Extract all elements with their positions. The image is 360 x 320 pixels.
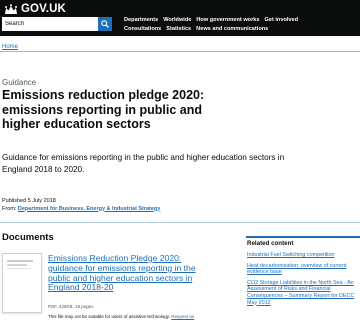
logo-text: GOV.UK bbox=[21, 3, 66, 15]
search-input[interactable] bbox=[2, 17, 98, 31]
accessibility-note: This file may not be suitable for users … bbox=[48, 314, 228, 319]
nav-link-statistics[interactable]: Statistics bbox=[166, 25, 191, 34]
related-link[interactable]: Industrial Fuel Switching competition bbox=[247, 252, 360, 259]
site-header: GOV.UK Departments Worldwide How governm… bbox=[0, 0, 360, 36]
nav-link-consultations[interactable]: Consultations bbox=[124, 25, 161, 34]
from-line: From: Department for Business, Energy & … bbox=[2, 206, 160, 214]
related-content-list: Industrial Fuel Switching competition He… bbox=[247, 252, 360, 310]
section-divider bbox=[0, 222, 360, 223]
from-label: From: bbox=[2, 205, 17, 212]
nav-link-worldwide[interactable]: Worldwide bbox=[163, 16, 191, 25]
nav-row-primary: Departments Worldwide How government wor… bbox=[124, 16, 344, 25]
nav-link-news-and-communications[interactable]: News and communications bbox=[196, 25, 268, 34]
published-date: Published 5 July 2018 bbox=[2, 198, 56, 204]
page-description: Guidance for emissions reporting in the … bbox=[2, 153, 285, 174]
related-content-heading: Related content bbox=[247, 240, 294, 247]
search-form bbox=[2, 17, 112, 31]
nav-link-departments[interactable]: Departments bbox=[124, 16, 158, 25]
attachment-thumbnail[interactable] bbox=[2, 253, 42, 313]
attachment-metadata: PDF, 426KB, 19 pages bbox=[48, 304, 94, 309]
accessibility-note-text: This file may not be suitable for users … bbox=[48, 314, 170, 319]
nav-link-how-government-works[interactable]: How government works bbox=[196, 16, 259, 25]
nav-link-get-involved[interactable]: Get involved bbox=[265, 16, 299, 25]
related-link[interactable]: CO2 Storage Liabilities in the North Sea… bbox=[247, 280, 360, 306]
department-link[interactable]: Department for Business, Energy & Indust… bbox=[18, 206, 160, 212]
publication-metadata: Published 5 July 2018 From: Department f… bbox=[2, 198, 160, 213]
thumbnail-line bbox=[7, 260, 33, 262]
main-navigation: Departments Worldwide How government wor… bbox=[124, 16, 344, 34]
documents-heading: Documents bbox=[2, 232, 54, 243]
thumbnail-line bbox=[7, 264, 27, 266]
request-format-link[interactable]: Request an bbox=[171, 314, 194, 319]
page-title: Emissions reduction pledge 2020: emissio… bbox=[2, 88, 205, 131]
crown-icon bbox=[5, 3, 17, 14]
related-content-rule bbox=[246, 236, 360, 238]
related-link[interactable]: Heat decarbonisation: overview of curren… bbox=[247, 263, 360, 276]
breadcrumb-home-link[interactable]: Home bbox=[2, 44, 18, 50]
breadcrumb: Home bbox=[0, 36, 360, 52]
attachment-title-link[interactable]: Emissions Reduction Pledge 2020: guidanc… bbox=[48, 253, 206, 293]
govuk-logo[interactable]: GOV.UK bbox=[4, 3, 66, 15]
search-icon bbox=[101, 20, 109, 28]
thumbnail-line bbox=[7, 268, 31, 269]
nav-row-secondary: Consultations Statistics News and commun… bbox=[124, 25, 344, 34]
document-type: Guidance bbox=[2, 78, 37, 87]
search-button[interactable] bbox=[98, 17, 112, 31]
